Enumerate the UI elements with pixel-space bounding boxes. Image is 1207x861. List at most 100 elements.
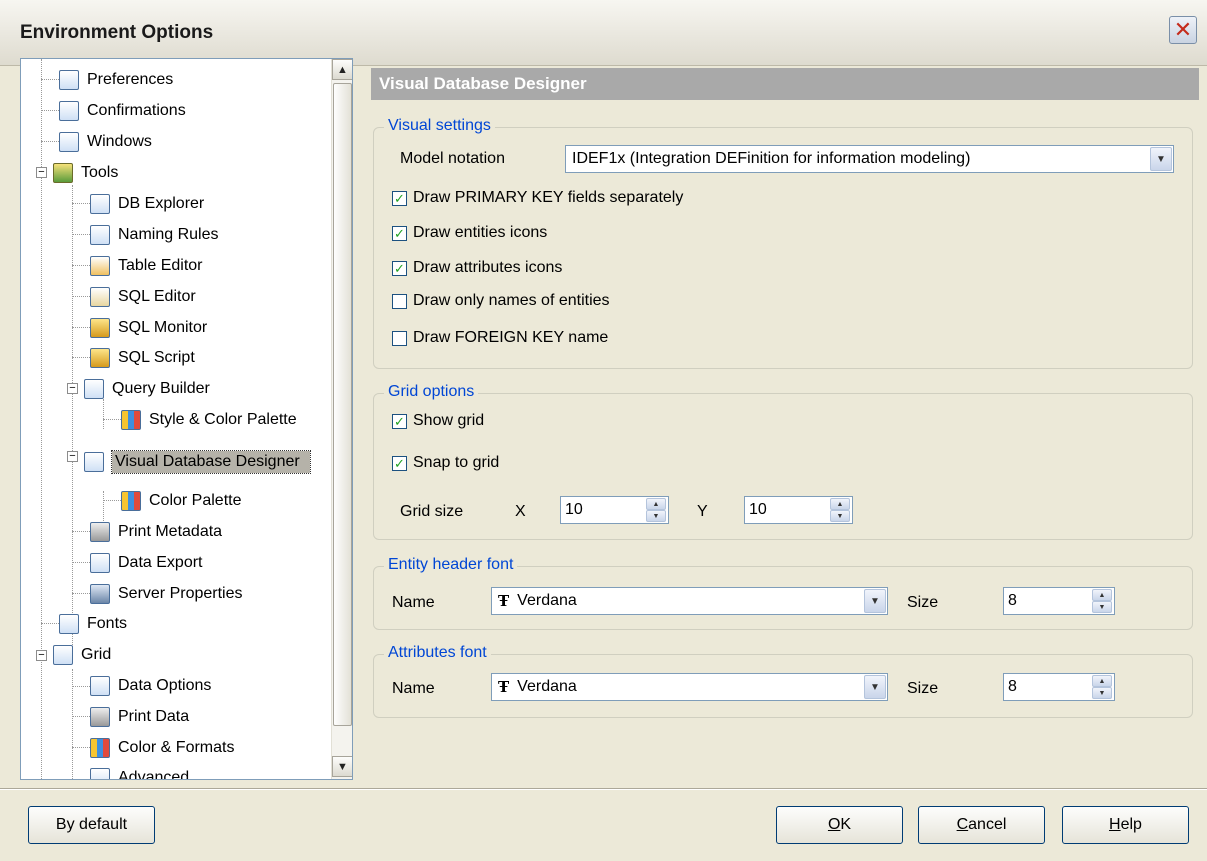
page-title: Visual Database Designer xyxy=(371,68,1199,100)
chevron-down-icon: ▼ xyxy=(337,760,348,773)
tree-item-data-export[interactable]: Data Export xyxy=(90,548,202,578)
checkbox-unchecked xyxy=(392,293,407,309)
spin-down-icon[interactable]: ▼ xyxy=(1092,601,1112,613)
draw-only-names-checkbox[interactable]: Draw only names of entities xyxy=(392,292,610,310)
tree-item-advanced[interactable]: Advanced xyxy=(90,763,189,779)
scroll-thumb[interactable] xyxy=(333,83,352,726)
tree-item-print-metadata[interactable]: Print Metadata xyxy=(90,517,222,547)
windows-icon xyxy=(59,132,79,152)
attributes-font-size-value: 8 xyxy=(1008,678,1017,695)
draw-primary-key-checkbox[interactable]: ✓ Draw PRIMARY KEY fields separately xyxy=(392,189,683,207)
palette-icon xyxy=(121,491,141,511)
preferences-icon xyxy=(59,70,79,90)
attributes-font-size-spinner[interactable]: 8 ▲ ▼ xyxy=(1003,673,1115,701)
query-builder-collapse-toggle[interactable]: − xyxy=(67,383,78,394)
tree-item-naming-rules[interactable]: Naming Rules xyxy=(90,220,218,250)
tree-item-query-builder[interactable]: Query Builder xyxy=(84,374,210,404)
spin-up-icon[interactable]: ▲ xyxy=(646,498,666,510)
tree-item-fonts[interactable]: Fonts xyxy=(59,609,127,639)
designer-icon xyxy=(84,452,104,472)
group-title: Entity header font xyxy=(384,556,518,574)
tree-scrollbar[interactable]: ▲ ▼ xyxy=(331,59,352,779)
data-options-icon xyxy=(90,676,110,696)
bottom-divider xyxy=(0,788,1207,790)
db-explorer-icon xyxy=(90,194,110,214)
tree-item-color-formats[interactable]: Color & Formats xyxy=(90,733,234,763)
checkbox-checked: ✓ xyxy=(392,190,407,206)
scroll-up-button[interactable]: ▲ xyxy=(332,59,352,80)
query-builder-icon xyxy=(84,379,104,399)
entity-font-value: Verdana xyxy=(517,592,577,609)
chevron-down-icon[interactable]: ▼ xyxy=(864,589,886,613)
model-notation-value: IDEF1x (Integration DEFinition for infor… xyxy=(572,150,971,167)
ok-button[interactable]: OK xyxy=(776,806,903,844)
spin-down-icon[interactable]: ▼ xyxy=(830,510,850,522)
tree-item-grid[interactable]: Grid xyxy=(53,640,111,670)
checkbox-checked: ✓ xyxy=(392,455,407,471)
tree-item-preferences[interactable]: Preferences xyxy=(59,65,173,95)
entity-font-select[interactable]: Ŧ Verdana ▼ xyxy=(491,587,888,615)
tree-item-sql-monitor[interactable]: SQL Monitor xyxy=(90,313,207,343)
tools-icon xyxy=(53,163,73,183)
naming-rules-icon xyxy=(90,225,110,245)
entity-font-size-spinner[interactable]: 8 ▲ ▼ xyxy=(1003,587,1115,615)
sql-monitor-icon xyxy=(90,318,110,338)
grid-size-label: Grid size xyxy=(400,503,464,520)
options-tree[interactable]: − − − − Preferences Confirmations Window… xyxy=(20,58,353,780)
tree-item-windows[interactable]: Windows xyxy=(59,127,152,157)
tree-item-table-editor[interactable]: Table Editor xyxy=(90,251,203,281)
spin-up-icon[interactable]: ▲ xyxy=(1092,589,1112,601)
cancel-button[interactable]: Cancel xyxy=(918,806,1045,844)
chevron-down-icon[interactable]: ▼ xyxy=(864,675,886,699)
model-notation-select[interactable]: IDEF1x (Integration DEFinition for infor… xyxy=(565,145,1174,173)
chevron-down-icon[interactable]: ▼ xyxy=(1150,147,1172,171)
entity-font-name-label: Name xyxy=(392,594,435,611)
attributes-font-name-label: Name xyxy=(392,680,435,697)
grid-x-spinner[interactable]: 10 ▲ ▼ xyxy=(560,496,669,524)
snap-to-grid-checkbox[interactable]: ✓ Snap to grid xyxy=(392,454,499,472)
tree-item-sql-script[interactable]: SQL Script xyxy=(90,343,195,373)
grid-collapse-toggle[interactable]: − xyxy=(36,650,47,661)
grid-x-label: X xyxy=(515,503,526,520)
tree-item-data-options[interactable]: Data Options xyxy=(90,671,211,701)
tree-item-color-palette[interactable]: Color Palette xyxy=(121,486,242,516)
by-default-button[interactable]: By default xyxy=(28,806,155,844)
draw-attributes-icons-checkbox[interactable]: ✓ Draw attributes icons xyxy=(392,259,562,277)
tree-item-server-properties[interactable]: Server Properties xyxy=(90,579,243,609)
spin-down-icon[interactable]: ▼ xyxy=(1092,687,1112,699)
designer-collapse-toggle[interactable]: − xyxy=(67,451,78,462)
advanced-icon xyxy=(90,768,110,779)
tree-item-db-explorer[interactable]: DB Explorer xyxy=(90,189,204,219)
spin-down-icon[interactable]: ▼ xyxy=(646,510,666,522)
spin-up-icon[interactable]: ▲ xyxy=(830,498,850,510)
tree-item-tools[interactable]: Tools xyxy=(53,158,118,188)
close-icon: ✕ xyxy=(1173,17,1193,42)
truetype-font-icon: Ŧ xyxy=(498,592,510,610)
tools-collapse-toggle[interactable]: − xyxy=(36,167,47,178)
draw-foreign-key-name-checkbox[interactable]: Draw FOREIGN KEY name xyxy=(392,329,608,347)
tree-item-sql-editor[interactable]: SQL Editor xyxy=(90,282,196,312)
truetype-font-icon: Ŧ xyxy=(498,678,510,696)
tree-item-confirmations[interactable]: Confirmations xyxy=(59,96,186,126)
palette-icon xyxy=(121,410,141,430)
printer-icon xyxy=(90,707,110,727)
tree-list: − − − − Preferences Confirmations Window… xyxy=(21,59,331,779)
sql-script-icon xyxy=(90,348,110,368)
draw-entities-icons-checkbox[interactable]: ✓ Draw entities icons xyxy=(392,224,547,242)
confirmations-icon xyxy=(59,101,79,121)
checkbox-checked: ✓ xyxy=(392,225,407,241)
scroll-down-button[interactable]: ▼ xyxy=(332,756,352,777)
tree-item-visual-database-designer[interactable]: Visual Database Designer xyxy=(84,437,311,487)
close-button[interactable]: ✕ xyxy=(1169,16,1197,44)
tree-item-print-data[interactable]: Print Data xyxy=(90,702,189,732)
spin-up-icon[interactable]: ▲ xyxy=(1092,675,1112,687)
grid-y-spinner[interactable]: 10 ▲ ▼ xyxy=(744,496,853,524)
entity-font-size-value: 8 xyxy=(1008,592,1017,609)
help-button[interactable]: Help xyxy=(1062,806,1189,844)
group-title: Grid options xyxy=(384,383,479,401)
table-editor-icon xyxy=(90,256,110,276)
grid-x-value: 10 xyxy=(565,501,583,518)
attributes-font-select[interactable]: Ŧ Verdana ▼ xyxy=(491,673,888,701)
show-grid-checkbox[interactable]: ✓ Show grid xyxy=(392,412,484,430)
tree-item-style-color-palette[interactable]: Style & Color Palette xyxy=(121,405,297,435)
